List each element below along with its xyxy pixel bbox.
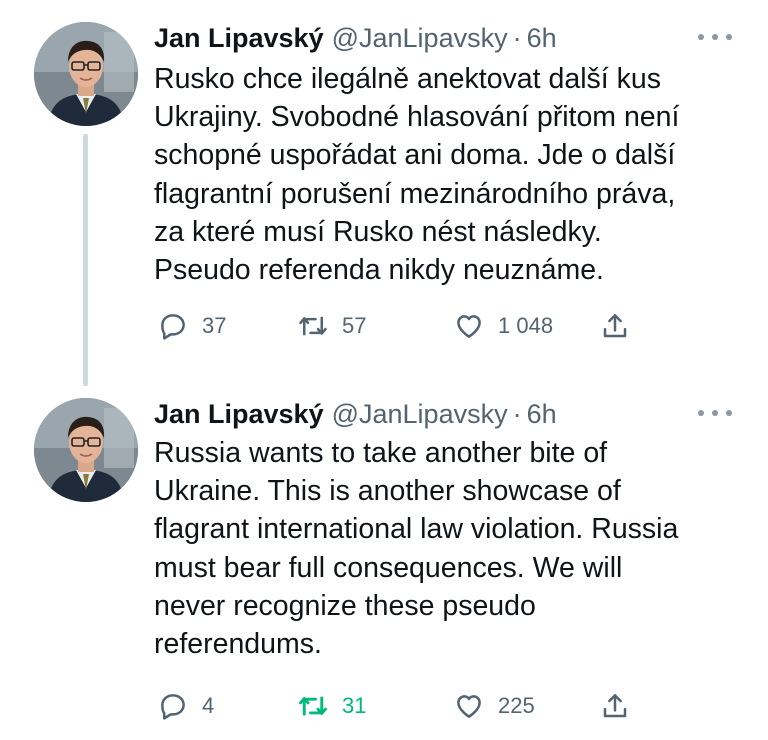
author-display-name[interactable]: Jan Lipavský xyxy=(154,394,324,434)
author-display-name[interactable]: Jan Lipavský xyxy=(154,18,324,58)
tweet-text-line: Ukraine. This is another showcase of xyxy=(154,475,621,508)
avatar[interactable] xyxy=(34,398,138,502)
more-options-icon[interactable] xyxy=(698,27,732,47)
tweet[interactable]: Jan Lipavský @JanLipavsky · 6h Russia wa… xyxy=(0,372,768,740)
tweet-header: Jan Lipavský @JanLipavsky · 6h xyxy=(154,18,557,58)
retweet-icon xyxy=(299,316,327,336)
reply-count: 37 xyxy=(202,313,227,338)
tweet-text-line: Russia wants to take another bite of xyxy=(154,437,608,469)
retweet-button[interactable]: 57 xyxy=(298,306,366,346)
tweet[interactable]: Jan Lipavský @JanLipavsky · 6h Rusko chc… xyxy=(0,0,768,372)
reply-button[interactable]: 4 xyxy=(158,686,214,726)
author-handle[interactable]: @JanLipavsky xyxy=(332,394,508,434)
tweet-header: Jan Lipavský @JanLipavsky · 6h xyxy=(154,394,557,434)
retweet-count: 57 xyxy=(342,313,367,338)
tweet-thread: Jan Lipavský @JanLipavsky · 6h Rusko chc… xyxy=(0,0,768,740)
more-options-icon[interactable] xyxy=(698,403,732,423)
heart-icon xyxy=(457,695,481,718)
reply-button[interactable]: 37 xyxy=(158,306,226,346)
reply-count: 4 xyxy=(202,693,215,718)
tweet-text-line: referendums. xyxy=(154,628,322,661)
profile-photo-icon xyxy=(34,398,138,502)
reply-icon xyxy=(161,314,185,340)
share-button[interactable] xyxy=(600,686,630,726)
tweet-text-line: Ukrajiny. Svobodné hlasování přitom není xyxy=(154,101,680,134)
tweet-text-line: schopné uspořádat ani doma. Jde o další xyxy=(154,139,676,172)
reply-icon xyxy=(161,694,185,720)
retweet-count: 31 xyxy=(342,693,367,718)
tweet-text-line: flagrantní porušení mezinárodního práva, xyxy=(154,177,676,210)
share-icon xyxy=(603,314,627,338)
separator-dot: · xyxy=(512,399,522,429)
like-button[interactable]: 1 048 xyxy=(454,306,553,346)
separator-dot: · xyxy=(512,23,522,53)
retweet-icon xyxy=(299,696,327,716)
tweet-text-line: flagrant international law violation. Ru… xyxy=(154,513,679,546)
author-handle[interactable]: @JanLipavsky xyxy=(332,18,508,58)
like-count: 1 048 xyxy=(498,313,554,338)
action-bar: 4 31 225 xyxy=(154,686,654,726)
avatar[interactable] xyxy=(34,22,138,126)
tweet-text: Russia wants to take another bite of Ukr… xyxy=(154,434,744,663)
like-button[interactable]: 225 xyxy=(454,686,535,726)
tweet-text: Rusko chce ilegálně anektovat další kus … xyxy=(154,60,744,289)
action-bar: 37 57 1 048 xyxy=(154,306,654,346)
heart-icon xyxy=(457,315,481,338)
retweet-button[interactable]: 31 xyxy=(298,686,366,726)
tweet-timestamp[interactable]: 6h xyxy=(527,394,557,434)
share-icon xyxy=(603,694,627,718)
tweet-text-line: Pseudo referenda nikdy neuznáme. xyxy=(154,254,604,287)
tweet-timestamp[interactable]: 6h xyxy=(527,18,557,58)
tweet-text-line: must bear full consequences. We will xyxy=(154,551,623,584)
share-button[interactable] xyxy=(600,306,630,346)
tweet-text-line: never recognize these pseudo xyxy=(154,589,536,622)
tweet-text-line: Rusko chce ilegálně anektovat další kus xyxy=(154,63,661,95)
like-count: 225 xyxy=(498,693,535,718)
tweet-text-line: za které musí Rusko nést následky. xyxy=(154,215,602,248)
profile-photo-icon xyxy=(34,22,138,126)
